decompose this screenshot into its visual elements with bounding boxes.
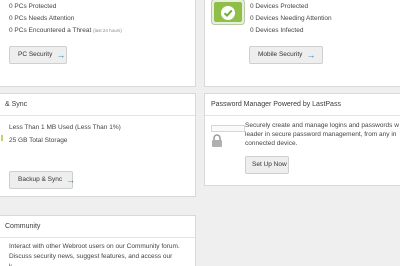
- arrow-right-icon: →: [306, 49, 316, 60]
- mobile-security-card: 0 Devices Protected 0 Devices Needing At…: [204, 0, 400, 87]
- mobile-security-button[interactable]: Mobile Security →: [249, 46, 323, 64]
- community-card: Community Interact with other Webroot us…: [0, 215, 196, 266]
- pcs-attention-stat: 0 PCs Needs Attention: [9, 15, 75, 22]
- community-title: Community: [0, 216, 195, 238]
- password-manager-desc-3: connected device.: [245, 140, 298, 147]
- backup-sync-title: & Sync: [0, 94, 195, 116]
- password-manager-desc-1: Securely create and manage logins and pa…: [245, 122, 399, 129]
- mobile-infected-stat: 0 Devices Infected: [250, 27, 304, 34]
- arrow-right-icon: →: [56, 49, 66, 60]
- storage-total: 25 GB Total Storage: [9, 137, 68, 144]
- set-up-now-button-label: Set Up Now: [252, 161, 287, 168]
- arrow-right-icon: →: [66, 174, 76, 185]
- set-up-now-button[interactable]: Set Up Now: [245, 156, 289, 174]
- mobile-security-button-label: Mobile Security: [258, 51, 303, 58]
- backup-sync-card: & Sync Less Than 1 MB Used (Less Than 1%…: [0, 93, 196, 197]
- password-manager-title: Password Manager Powered by LastPass: [205, 94, 400, 116]
- backup-sync-button[interactable]: Backup & Sync →: [9, 171, 76, 189]
- lock-icon: [211, 134, 223, 148]
- pc-security-button[interactable]: PC Security →: [9, 46, 67, 64]
- pc-security-button-label: PC Security: [18, 51, 53, 58]
- pcs-threat-stat: 0 PCs Encountered a Threat (last 24 hour…: [9, 27, 122, 35]
- mobile-device-check-icon: [211, 0, 245, 25]
- password-manager-desc-2: leader in secure password management, fr…: [245, 131, 397, 138]
- community-desc-2: Discuss security news, suggest features,…: [9, 253, 173, 260]
- storage-used: Less Than 1 MB Used (Less Than 1%): [9, 124, 121, 131]
- dashboard: 0 PCs Protected 0 PCs Needs Attention 0 …: [0, 0, 400, 266]
- pcs-protected-stat: 0 PCs Protected: [9, 3, 57, 10]
- mobile-attention-stat: 0 Devices Needing Attention: [250, 15, 332, 22]
- mobile-protected-stat: 0 Devices Protected: [250, 3, 309, 10]
- backup-sync-button-label: Backup & Sync: [18, 176, 63, 183]
- password-dots: [211, 125, 245, 132]
- password-manager-card: Password Manager Powered by LastPass Sec…: [204, 93, 400, 186]
- community-desc-1: Interact with other Webroot users on our…: [9, 243, 180, 250]
- pcs-threat-note: (last 24 hours): [93, 28, 122, 33]
- pcs-threat-text: 0 PCs Encountered a Threat: [9, 27, 92, 34]
- storage-indicator: [1, 135, 3, 141]
- pc-security-card: 0 PCs Protected 0 PCs Needs Attention 0 …: [0, 0, 196, 87]
